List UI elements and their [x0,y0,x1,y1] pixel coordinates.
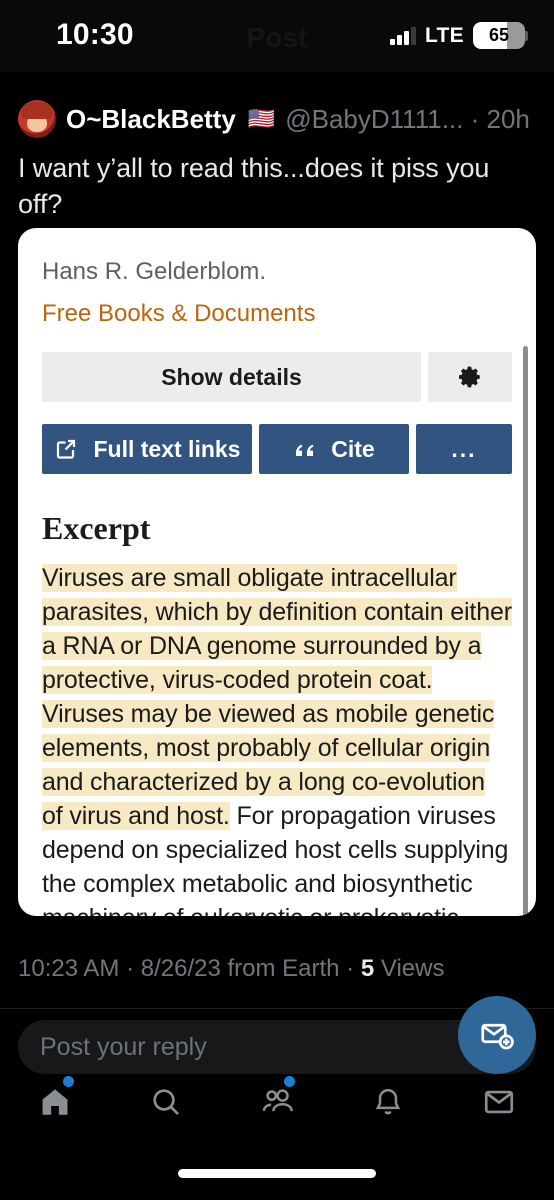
battery-icon: 65 [473,22,525,49]
embedded-article-card[interactable]: Hans R. Gelderblom. Free Books & Documen… [18,228,536,916]
excerpt-heading: Excerpt [42,510,151,546]
display-name[interactable]: O~BlackBetty [66,104,236,135]
bell-icon [372,1085,404,1119]
handle-and-timestamp[interactable]: @BabyD1111... · 20h [285,104,530,135]
avatar[interactable] [18,100,56,138]
publication-type-link[interactable]: Free Books & Documents [42,298,512,330]
meta-separator-1: · [119,955,141,982]
tweet-header: O~BlackBetty 🇺🇸 @BabyD1111... · 20h [18,96,536,142]
signal-strength-icon [390,26,416,45]
cite-button[interactable]: Cite [259,424,409,474]
nav-item-search[interactable] [111,1070,222,1134]
search-icon [149,1085,183,1119]
flag-icon: 🇺🇸 [247,106,276,131]
tweet-metadata: 10:23 AM · 8/26/23 from Earth · 5 Views [18,955,536,983]
phone-screen: Post 10:30 LTE 65 O~BlackBetty 🇺🇸 @BabyD… [0,0,554,1200]
status-bar-indicators: LTE 65 [390,22,528,49]
nav-item-messages[interactable] [443,1070,554,1134]
status-bar-time: 10:30 [56,18,134,51]
full-text-links-label: Full text links [93,435,241,462]
gear-icon [457,364,483,390]
network-type-label: LTE [424,23,464,47]
tweet-text: I want y’all to read this...does it piss… [18,153,490,219]
excerpt-text: Viruses are small obligate intracellular… [42,561,512,916]
post-time: 10:23 AM [18,955,120,982]
full-text-links-button[interactable]: Full text links [42,424,252,474]
settings-button[interactable] [428,352,512,402]
nav-item-notifications[interactable] [332,1070,443,1134]
tweet: O~BlackBetty 🇺🇸 @BabyD1111... · 20h I wa… [18,96,536,222]
home-badge-dot [62,1076,74,1087]
nav-item-communities[interactable] [222,1070,333,1134]
excerpt-highlighted-text: Viruses are small obligate intracellular… [42,564,512,830]
post-date: 8/26/23 [140,955,221,982]
external-link-icon [54,437,78,461]
views-label: Views [374,955,445,982]
envelope-icon [482,1086,516,1118]
primary-button-row: Full text links Cite ... [42,424,512,474]
battery-level-label: 65 [488,25,510,45]
more-options-button[interactable]: ... [416,424,512,474]
home-icon [38,1085,72,1119]
new-message-fab[interactable] [458,996,536,1074]
views-count: 5 [360,955,375,982]
bottom-navigation [0,1070,554,1134]
clipped-title-row [42,228,512,242]
show-details-button[interactable]: Show details [42,352,421,402]
status-bar: Post 10:30 LTE 65 [0,0,554,72]
home-indicator [178,1169,376,1178]
secondary-button-row: Show details [42,352,512,402]
new-message-icon [479,1017,515,1053]
post-source: from Earth · [220,955,361,982]
cite-label: Cite [331,435,375,462]
communities-icon [259,1085,295,1119]
reply-input-placeholder: Post your reply [40,1032,207,1061]
quote-icon [293,439,317,459]
card-scrollbar[interactable] [523,346,528,916]
nav-item-home[interactable] [0,1070,111,1134]
article-authors: Hans R. Gelderblom. [42,258,267,285]
